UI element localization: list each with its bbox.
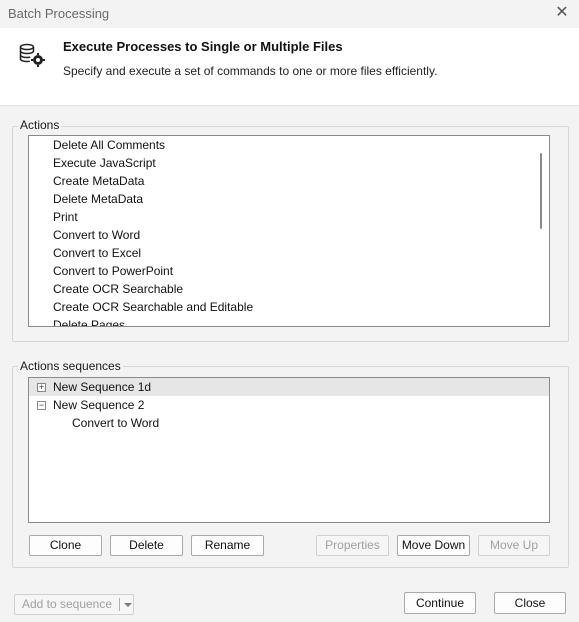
close-icon[interactable]: ✕ bbox=[553, 4, 571, 22]
expand-icon[interactable]: + bbox=[37, 383, 46, 392]
move-down-button[interactable]: Move Down bbox=[397, 535, 470, 556]
title-bar: Batch Processing ✕ bbox=[0, 0, 579, 28]
list-item[interactable]: Delete Pages bbox=[53, 316, 125, 326]
tree-row-label: Convert to Word bbox=[72, 416, 160, 430]
sequences-tree[interactable]: + New Sequence 1d − New Sequence 2 Conve… bbox=[28, 377, 550, 523]
list-item[interactable]: Create MetaData bbox=[53, 172, 144, 190]
window-title: Batch Processing bbox=[8, 6, 110, 21]
close-button[interactable]: Close bbox=[494, 592, 566, 614]
batch-gear-icon bbox=[19, 43, 45, 67]
list-item[interactable]: Delete All Comments bbox=[53, 136, 165, 154]
clone-button[interactable]: Clone bbox=[29, 535, 102, 556]
actions-scrollbar[interactable] bbox=[540, 153, 542, 229]
split-divider bbox=[119, 598, 120, 611]
tree-row-child[interactable]: Convert to Word bbox=[29, 414, 549, 432]
list-item[interactable]: Convert to Word bbox=[53, 226, 140, 244]
tree-row-sequence-1[interactable]: + New Sequence 1d bbox=[29, 378, 549, 396]
properties-button[interactable]: Properties bbox=[316, 535, 389, 556]
list-item[interactable]: Delete MetaData bbox=[53, 190, 143, 208]
move-up-button[interactable]: Move Up bbox=[478, 535, 550, 556]
dialog-header: Execute Processes to Single or Multiple … bbox=[0, 28, 579, 106]
header-subtitle: Specify and execute a set of commands to… bbox=[63, 64, 438, 78]
tree-row-label: New Sequence 1d bbox=[53, 380, 152, 394]
chevron-down-icon[interactable] bbox=[122, 598, 134, 611]
list-item[interactable]: Convert to Excel bbox=[53, 244, 141, 262]
tree-row-label: New Sequence 2 bbox=[53, 398, 145, 412]
actions-list[interactable]: Delete All Comments Execute JavaScript C… bbox=[28, 135, 550, 327]
collapse-icon[interactable]: − bbox=[37, 401, 46, 410]
add-to-sequence-label[interactable]: Add to sequence bbox=[15, 595, 119, 614]
list-item[interactable]: Create OCR Searchable and Editable bbox=[53, 298, 253, 316]
list-item[interactable]: Print bbox=[53, 208, 78, 226]
sequences-group-label: Actions sequences bbox=[18, 359, 123, 373]
rename-button[interactable]: Rename bbox=[191, 535, 264, 556]
list-item[interactable]: Create OCR Searchable bbox=[53, 280, 183, 298]
add-to-sequence-split-button[interactable]: Add to sequence bbox=[14, 594, 134, 615]
continue-button[interactable]: Continue bbox=[404, 592, 476, 614]
delete-button[interactable]: Delete bbox=[110, 535, 183, 556]
actions-group-label: Actions bbox=[18, 118, 62, 132]
list-item[interactable]: Execute JavaScript bbox=[53, 154, 156, 172]
header-title: Execute Processes to Single or Multiple … bbox=[63, 39, 343, 54]
tree-row-sequence-2[interactable]: − New Sequence 2 bbox=[29, 396, 549, 414]
list-item[interactable]: Convert to PowerPoint bbox=[53, 262, 173, 280]
